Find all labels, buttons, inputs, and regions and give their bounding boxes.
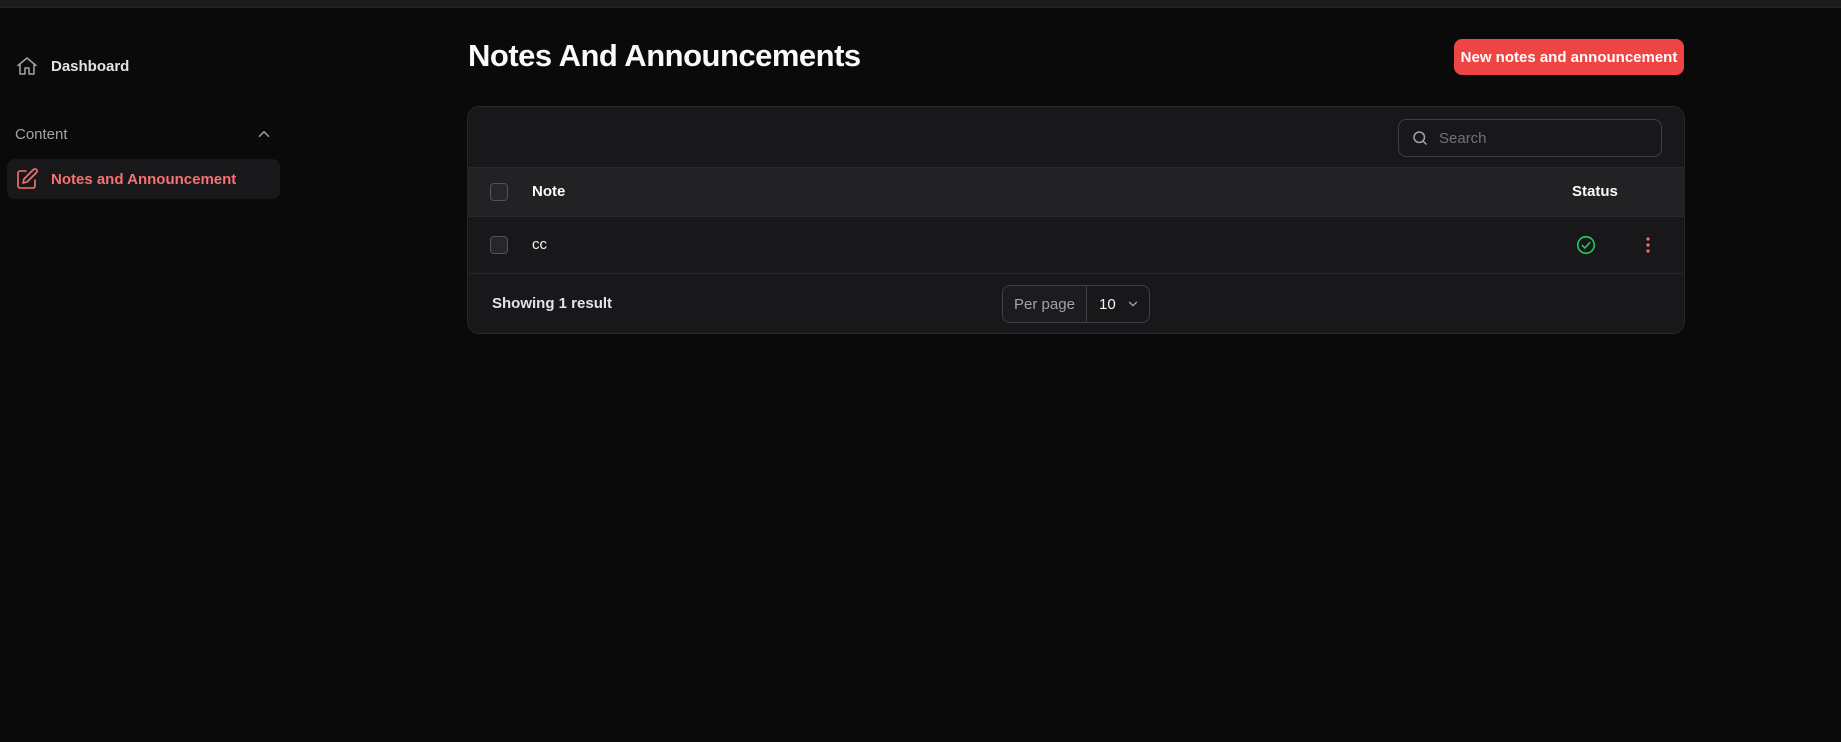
- row-actions-icon[interactable]: [1642, 234, 1654, 256]
- table-toolbar: [468, 107, 1684, 168]
- page-title: Notes And Announcements: [468, 38, 861, 73]
- notes-table: Note Status cc Showing 1 result Per page…: [467, 106, 1685, 334]
- sidebar-item-label: Dashboard: [51, 57, 130, 75]
- column-header-status[interactable]: Status: [1572, 183, 1618, 200]
- search-input[interactable]: [1439, 129, 1639, 147]
- per-page-value: 10: [1099, 295, 1116, 313]
- per-page-label: Per page: [1003, 286, 1087, 322]
- table-footer: Showing 1 result Per page 10: [468, 274, 1684, 333]
- per-page-control: Per page 10: [1002, 285, 1150, 323]
- sidebar-item-dashboard[interactable]: Dashboard: [7, 45, 280, 87]
- new-notes-button[interactable]: New notes and announcement: [1454, 39, 1684, 75]
- home-icon: [15, 54, 39, 78]
- row-checkbox[interactable]: [490, 236, 508, 254]
- sidebar-group-content[interactable]: Content: [15, 116, 273, 152]
- search-box[interactable]: [1398, 119, 1662, 157]
- table-row[interactable]: cc: [468, 217, 1684, 274]
- chevron-up-icon[interactable]: [255, 125, 273, 143]
- check-circle-icon: [1575, 234, 1597, 256]
- note-cell[interactable]: cc: [532, 236, 547, 253]
- sidebar-group-label: Content: [15, 125, 68, 143]
- table-header: Note Status: [468, 168, 1684, 217]
- sidebar: Dashboard Content Notes and Announcement: [0, 8, 290, 742]
- per-page-select[interactable]: 10: [1087, 286, 1149, 322]
- top-bar: [0, 0, 1841, 8]
- select-all-checkbox[interactable]: [490, 183, 508, 201]
- sidebar-item-notes-and-announcement[interactable]: Notes and Announcement: [7, 159, 280, 199]
- chevron-down-icon: [1126, 297, 1140, 311]
- pencil-square-icon: [15, 167, 39, 191]
- search-icon: [1411, 129, 1429, 147]
- sidebar-item-label: Notes and Announcement: [51, 170, 237, 188]
- results-count: Showing 1 result: [492, 295, 613, 312]
- column-header-note[interactable]: Note: [532, 183, 565, 200]
